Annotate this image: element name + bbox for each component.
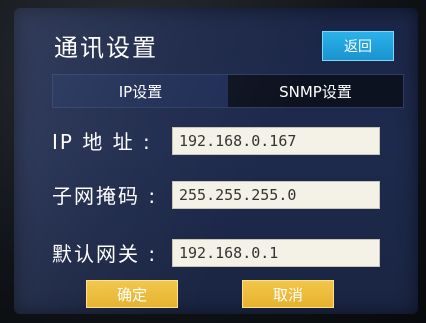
back-button[interactable]: 返回	[322, 31, 394, 61]
tab-ip-settings[interactable]: IP设置	[53, 75, 228, 107]
tab-bar: IP设置 SNMP设置	[52, 74, 404, 108]
lcd-screen: 通讯设置 返回 IP设置 SNMP设置 IP 地 址 : 192.168.0.1…	[14, 8, 418, 314]
cancel-button[interactable]: 取消	[242, 280, 334, 308]
page-title: 通讯设置	[54, 34, 158, 62]
gateway-label: 默认网关 :	[52, 242, 158, 266]
ip-address-row: IP 地 址 : 192.168.0.167	[52, 126, 380, 155]
device-bezel: 通讯设置 返回 IP设置 SNMP设置 IP 地 址 : 192.168.0.1…	[0, 0, 426, 323]
confirm-button[interactable]: 确定	[86, 280, 178, 308]
subnet-mask-label: 子网掩码 :	[52, 184, 158, 208]
ip-address-field[interactable]: 192.168.0.167	[172, 126, 380, 155]
subnet-mask-row: 子网掩码 : 255.255.255.0	[52, 180, 380, 209]
tab-snmp-settings[interactable]: SNMP设置	[228, 75, 403, 107]
subnet-mask-field[interactable]: 255.255.255.0	[172, 180, 380, 209]
gateway-row: 默认网关 : 192.168.0.1	[52, 238, 380, 267]
ip-address-label: IP 地 址 :	[52, 130, 152, 154]
gateway-field[interactable]: 192.168.0.1	[172, 238, 380, 267]
settings-form: IP 地 址 : 192.168.0.167 子网掩码 : 255.255.25…	[38, 108, 418, 280]
